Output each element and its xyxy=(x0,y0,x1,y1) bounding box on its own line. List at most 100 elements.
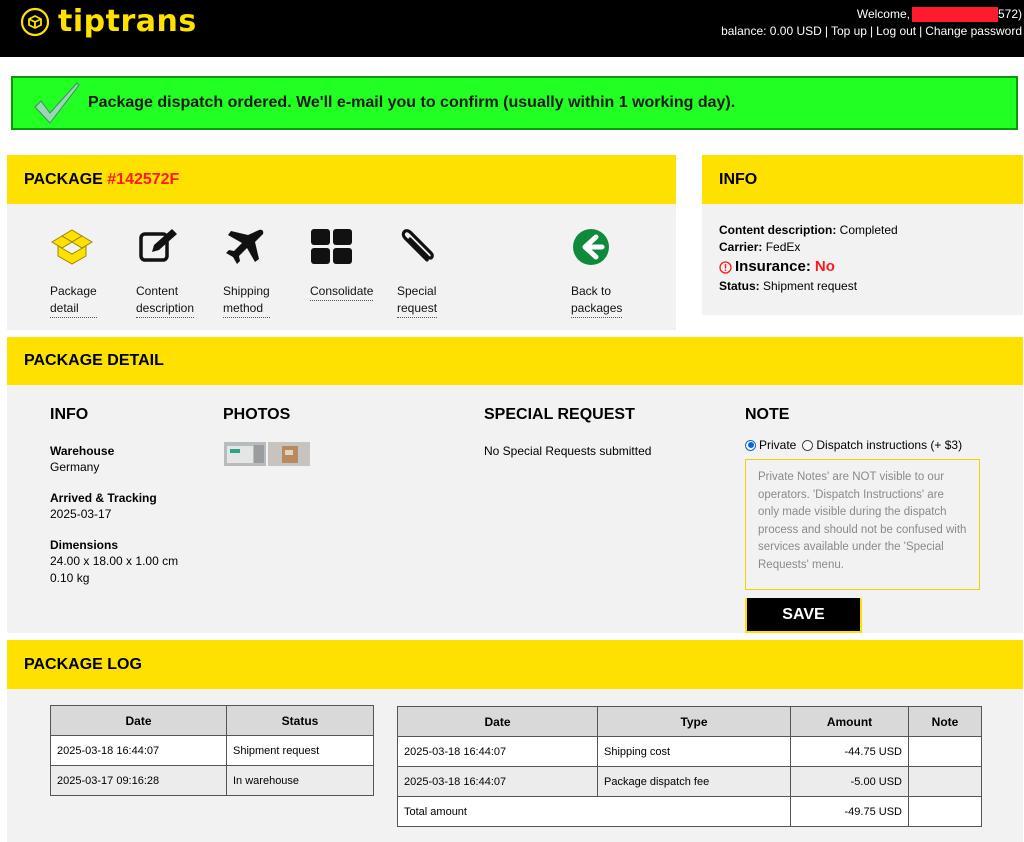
info-title: INFO xyxy=(719,170,758,188)
weight-value: 0.10 kg xyxy=(50,571,90,585)
grid-icon xyxy=(310,224,354,268)
nav-label-content-description[interactable]: Content description xyxy=(136,283,195,318)
status-row: Status: Shipment request xyxy=(719,279,858,293)
warehouse-value: Germany xyxy=(50,460,100,474)
package-log-title: PACKAGE LOG xyxy=(24,655,142,673)
carrier-row: Carrier: FedEx xyxy=(719,240,801,254)
user-id-suffix: 572) xyxy=(997,7,1022,21)
table-row: 2025-03-17 09:16:28 In warehouse xyxy=(50,765,374,796)
payment-log-table: Date Type Amount Note 2025-03-18 16:44:0… xyxy=(397,706,982,827)
table-row-total: Total amount -49.75 USD xyxy=(397,796,982,827)
nav-back-to-packages[interactable]: Back to packages xyxy=(571,224,623,318)
payment-header-date: Date xyxy=(397,706,598,737)
package-detail-title: PACKAGE DETAIL xyxy=(24,352,164,369)
airplane-icon xyxy=(223,224,267,268)
nav-label-special-request[interactable]: Special request xyxy=(397,283,438,318)
balance-text: balance: 0.00 USD xyxy=(721,24,822,38)
warning-icon xyxy=(719,260,732,274)
payment-date-cell: 2025-03-18 16:44:07 xyxy=(397,766,598,797)
payment-header-note: Note xyxy=(908,706,982,737)
nav-label-package-detail[interactable]: Package detail xyxy=(50,283,97,318)
payment-type-cell: Shipping cost xyxy=(597,736,791,767)
package-number: #142572F xyxy=(107,170,180,188)
payment-type-cell: Package dispatch fee xyxy=(597,766,791,797)
logo-text: tiptrans xyxy=(58,4,197,39)
payment-header-type: Type xyxy=(597,706,791,737)
package-detail-panel: INFO Warehouse Germany Arrived & Trackin… xyxy=(7,385,1023,633)
package-log-panel: Date Status 2025-03-18 16:44:07 Shipment… xyxy=(7,689,1023,842)
photo-thumbnail-1[interactable] xyxy=(224,442,266,466)
banner-message: Package dispatch ordered. We'll e-mail y… xyxy=(88,94,736,111)
nav-label-consolidate[interactable]: Consolidate xyxy=(310,283,374,301)
status-table-header-date: Date xyxy=(50,705,227,736)
nav-content-description[interactable]: Content description xyxy=(136,224,195,318)
package-title: PACKAGE xyxy=(24,170,108,188)
arrived-value: 2025-03-17 xyxy=(50,507,112,521)
info-panel-header: INFO xyxy=(702,155,1023,204)
log-out-link[interactable]: Log out xyxy=(876,24,916,38)
package-nav: Package detail Content description Shippin… xyxy=(7,204,676,330)
arrived-label: Arrived & Tracking xyxy=(50,491,157,505)
insurance-value: No xyxy=(814,258,835,275)
info-panel: Content description: Completed Carrier: … xyxy=(702,204,1023,315)
package-detail-header: PACKAGE DETAIL xyxy=(7,337,1023,385)
status-value-cell: Shipment request xyxy=(226,735,374,766)
insurance-row: Insurance: No xyxy=(719,256,1023,278)
table-row: 2025-03-18 16:44:07 Package dispatch fee… xyxy=(397,766,982,797)
payment-date-cell: 2025-03-18 16:44:07 xyxy=(397,736,598,767)
special-request-value: No Special Requests submitted xyxy=(484,444,652,458)
redacted-username xyxy=(911,7,998,22)
payment-header-amount: Amount xyxy=(790,706,909,737)
note-title: NOTE xyxy=(745,406,790,423)
nav-package-detail[interactable]: Package detail xyxy=(50,224,97,318)
user-box: Welcome, 572) balance: 0.00 USD | Top up | L… xyxy=(721,7,1022,38)
note-type-selector: Private Dispatch instructions (+ $3) xyxy=(745,438,968,452)
total-label-cell: Total amount xyxy=(397,796,791,827)
edit-icon xyxy=(136,224,180,268)
table-row: 2025-03-18 16:44:07 Shipping cost -44.75… xyxy=(397,736,982,767)
special-request-title: SPECIAL REQUEST xyxy=(484,406,635,423)
top-bar: tiptrans Welcome, 572) balance: 0.00 USD… xyxy=(0,0,1024,57)
success-banner: Package dispatch ordered. We'll e-mail y… xyxy=(11,76,1018,130)
logo[interactable]: tiptrans xyxy=(20,6,197,38)
payment-amount-cell: -44.75 USD xyxy=(790,736,909,767)
dimensions-value: 24.00 x 18.00 x 1.00 cm xyxy=(50,554,179,568)
welcome-text: Welcome, xyxy=(856,7,910,21)
top-up-link[interactable]: Top up xyxy=(831,24,867,38)
nav-consolidate[interactable]: Consolidate xyxy=(310,224,374,301)
radio-dispatch-label[interactable]: Dispatch instructions (+ $3) xyxy=(816,438,962,452)
payment-note-cell xyxy=(908,766,982,797)
payment-note-cell xyxy=(908,736,982,767)
package-panel-header: PACKAGE #142572F xyxy=(7,155,676,204)
dimensions-label: Dimensions xyxy=(50,538,119,552)
radio-dispatch-instructions[interactable] xyxy=(802,439,814,451)
nav-special-request[interactable]: Special request xyxy=(397,224,441,318)
status-table-header-status: Status xyxy=(226,705,374,736)
photos-title: PHOTOS xyxy=(223,406,291,423)
paperclip-icon xyxy=(397,224,441,268)
radio-private[interactable] xyxy=(745,439,756,451)
status-value-cell: In warehouse xyxy=(226,765,374,796)
status-log-table: Date Status 2025-03-18 16:44:07 Shipment… xyxy=(50,705,374,796)
nav-label-back-to-packages[interactable]: Back to packages xyxy=(571,283,623,318)
status-date-cell: 2025-03-18 16:44:07 xyxy=(50,735,227,766)
save-button[interactable]: SAVE xyxy=(745,598,862,633)
checkmark-icon xyxy=(34,82,80,124)
payment-amount-cell: -5.00 USD xyxy=(790,766,909,797)
photo-thumbnail-2[interactable] xyxy=(268,442,310,466)
note-textarea[interactable]: Private Notes' are NOT visible to our op… xyxy=(745,459,980,590)
total-note-cell xyxy=(908,796,982,827)
nav-shipping-method[interactable]: Shipping method xyxy=(223,224,270,318)
nav-label-shipping-method[interactable]: Shipping method xyxy=(223,283,270,318)
back-arrow-icon xyxy=(571,224,615,268)
table-row: 2025-03-18 16:44:07 Shipment request xyxy=(50,735,374,766)
total-amount-cell: -49.75 USD xyxy=(790,796,909,827)
radio-private-label[interactable]: Private xyxy=(759,438,796,452)
status-date-cell: 2025-03-17 09:16:28 xyxy=(50,765,227,796)
logo-box-icon xyxy=(20,7,50,37)
package-log-header: PACKAGE LOG xyxy=(7,640,1023,689)
warehouse-label: Warehouse xyxy=(50,444,115,458)
detail-info-title: INFO xyxy=(50,406,89,423)
change-password-link[interactable]: Change password xyxy=(925,24,1022,38)
box-icon xyxy=(50,224,94,268)
